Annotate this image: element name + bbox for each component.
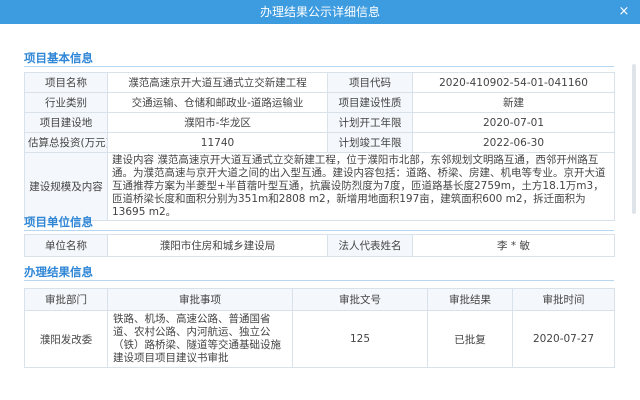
result-table: 审批部门 审批事项 审批文号 审批结果 审批时间 濮阳发改委 铁路、机场、高速公… xyxy=(24,288,615,368)
section-title-unit: 项目单位信息 xyxy=(24,215,93,229)
value-investment: 11740 xyxy=(107,132,328,153)
column-header: 审批文号 xyxy=(292,288,428,311)
value-project-name: 濮范高速京开大道互通式立交新建工程 xyxy=(107,72,328,93)
label-unit-name: 单位名称 xyxy=(24,234,108,257)
cell-dept: 濮阳发改委 xyxy=(24,310,108,368)
section-divider xyxy=(24,280,614,281)
label-project-name: 项目名称 xyxy=(24,72,108,93)
value-start-date: 2020-07-01 xyxy=(412,112,615,133)
section-divider xyxy=(24,66,614,67)
column-header: 审批部门 xyxy=(24,288,108,311)
vertical-scrollbar[interactable] xyxy=(632,64,636,214)
table-header-row: 审批部门 审批事项 审批文号 审批结果 审批时间 xyxy=(24,288,615,311)
section-title-basic: 项目基本信息 xyxy=(24,51,93,65)
label-investment: 估算总投资(万元) xyxy=(24,132,108,153)
label-project-code: 项目代码 xyxy=(327,72,413,93)
detail-content: 项目基本信息 项目名称 濮范高速京开大道互通式立交新建工程 项目代码 2020-… xyxy=(0,24,640,400)
value-nature: 新建 xyxy=(412,92,615,113)
section-title-result: 办理结果信息 xyxy=(24,265,93,279)
label-start-date: 计划开工年限 xyxy=(327,112,413,133)
value-project-code: 2020-410902-54-01-041160 xyxy=(412,72,615,93)
value-location: 濮阳市-华龙区 xyxy=(107,112,328,133)
unit-info-table: 单位名称 濮阳市住房和城乡建设局 法人代表姓名 李 * 敏 xyxy=(24,234,615,257)
label-nature: 项目建设性质 xyxy=(327,92,413,113)
table-row: 项目建设地 濮阳市-华龙区 计划开工年限 2020-07-01 xyxy=(24,112,615,133)
value-legal-rep: 李 * 敏 xyxy=(412,234,615,257)
section-divider xyxy=(24,230,614,231)
label-legal-rep: 法人代表姓名 xyxy=(327,234,413,257)
value-unit-name: 濮阳市住房和城乡建设局 xyxy=(107,234,328,257)
label-scale: 建设规模及内容 xyxy=(24,152,108,221)
column-header: 审批结果 xyxy=(427,288,513,311)
table-row: 濮阳发改委 铁路、机场、高速公路、普通国省道、农村公路、内河航运、独立公（铁）路… xyxy=(24,310,615,368)
basic-info-table: 项目名称 濮范高速京开大道互通式立交新建工程 项目代码 2020-410902-… xyxy=(24,72,615,221)
cell-date: 2020-07-27 xyxy=(512,310,615,368)
column-header: 审批事项 xyxy=(107,288,293,311)
window-title: 办理结果公示详细信息 xyxy=(259,5,380,19)
cell-doc-no: 125 xyxy=(292,310,428,368)
table-row: 单位名称 濮阳市住房和城乡建设局 法人代表姓名 李 * 敏 xyxy=(24,234,615,257)
column-header: 审批时间 xyxy=(512,288,615,311)
table-row: 行业类别 交通运输、仓储和邮政业-道路运输业 项目建设性质 新建 xyxy=(24,92,615,113)
title-bar: 办理结果公示详细信息 × xyxy=(0,0,640,24)
cell-outcome: 已批复 xyxy=(427,310,513,368)
value-end-date: 2022-06-30 xyxy=(412,132,615,153)
label-end-date: 计划竣工年限 xyxy=(327,132,413,153)
table-row: 建设规模及内容 建设内容 濮范高速京开大道互通式立交新建工程，位于濮阳市北部，东… xyxy=(24,152,615,221)
value-industry: 交通运输、仓储和邮政业-道路运输业 xyxy=(107,92,328,113)
value-scale: 建设内容 濮范高速京开大道互通式立交新建工程，位于濮阳市北部，东邻规划文明路互通… xyxy=(107,152,615,221)
label-industry: 行业类别 xyxy=(24,92,108,113)
cell-matter: 铁路、机场、高速公路、普通国省道、农村公路、内河航运、独立公（铁）路桥梁、隧道等… xyxy=(107,310,293,368)
close-button[interactable]: × xyxy=(616,4,632,20)
label-location: 项目建设地 xyxy=(24,112,108,133)
table-row: 估算总投资(万元) 11740 计划竣工年限 2022-06-30 xyxy=(24,132,615,153)
table-row: 项目名称 濮范高速京开大道互通式立交新建工程 项目代码 2020-410902-… xyxy=(24,72,615,93)
